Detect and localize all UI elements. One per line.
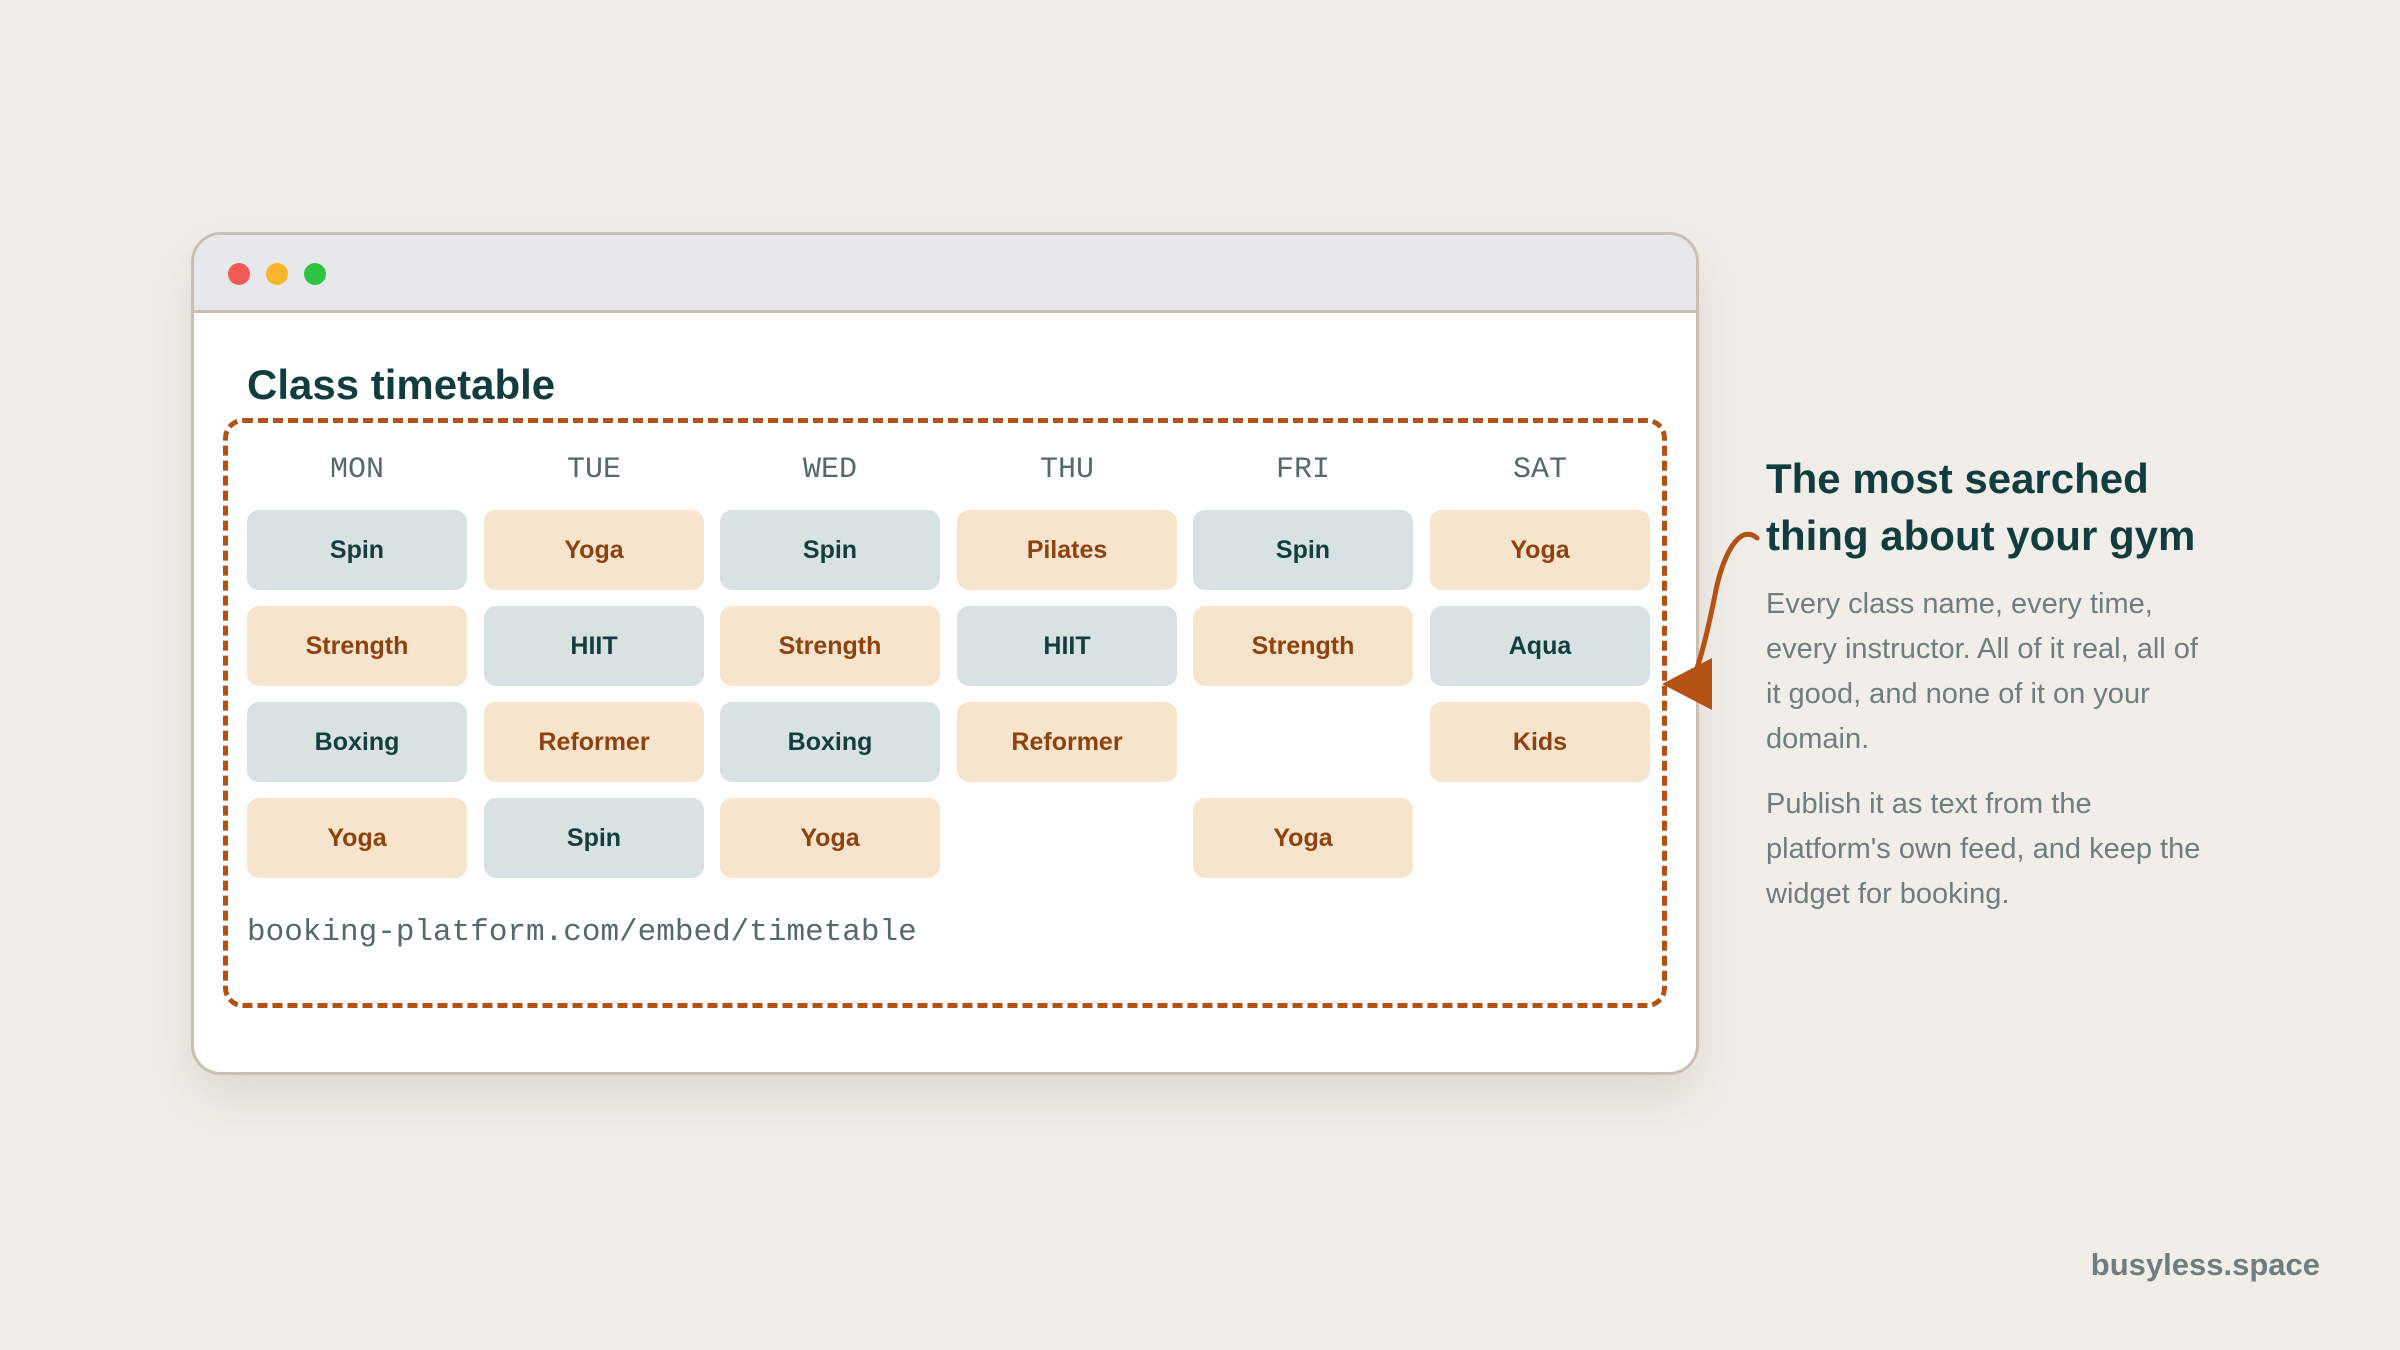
callout-paragraph: Publish it as text from the platform's o… [1766, 788, 2201, 910]
callout-heading: The most searched thing about your gym [1766, 455, 2196, 559]
callout-paragraph: Every class name, every time, every inst… [1766, 588, 2198, 755]
brand-label: busyless.space [2090, 1247, 2320, 1282]
